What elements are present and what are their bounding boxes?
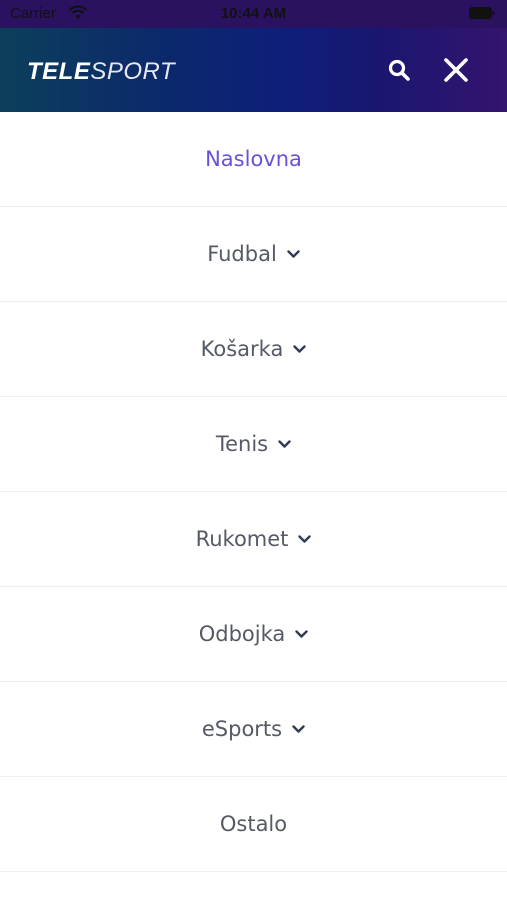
menu-item-label: Ostalo [219,812,288,836]
menu-item-label: Rukomet [195,527,289,551]
chevron-down-icon [292,724,305,733]
app-header: TELESPORT [0,28,507,112]
menu-item-kosarka[interactable]: Košarka [0,302,507,397]
chevron-down-icon [295,629,308,638]
chevron-down-icon [278,439,291,448]
menu-item-esports[interactable]: eSports [0,682,507,777]
menu-item-label: Tenis [215,432,269,456]
chevron-down-icon [287,249,300,258]
menu-item-naslovna[interactable]: Naslovna [0,112,507,207]
search-icon [388,59,410,81]
chevron-down-icon [298,534,312,543]
chevron-down-icon [293,344,307,353]
menu-item-label: Fudbal [207,242,277,266]
menu-item-label: Odbojka [198,622,286,646]
telesport-logo[interactable]: TELESPORT [27,58,175,86]
close-button[interactable] [440,54,472,86]
menu-item-odbojka[interactable]: Odbojka [0,587,507,682]
menu-item-fudbal[interactable]: Fudbal [0,207,507,302]
menu-item-label: eSports [201,717,283,741]
navigation-menu: Naslovna Fudbal Košarka Tenis Rukomet Od… [0,112,507,872]
menu-item-label: Košarka [200,337,284,361]
menu-item-label: Naslovna [205,147,302,171]
battery-icon [469,7,495,19]
menu-item-ostalo[interactable]: Ostalo [0,777,507,872]
search-button[interactable] [383,54,415,86]
status-bar: Carrier 10:44 AM [0,0,507,28]
menu-item-tenis[interactable]: Tenis [0,397,507,492]
logo-light-text: SPORT [90,58,176,85]
logo-bold-text: TELE [27,58,91,85]
status-time: 10:44 AM [220,5,287,22]
close-icon [444,58,468,82]
menu-item-rukomet[interactable]: Rukomet [0,492,507,587]
